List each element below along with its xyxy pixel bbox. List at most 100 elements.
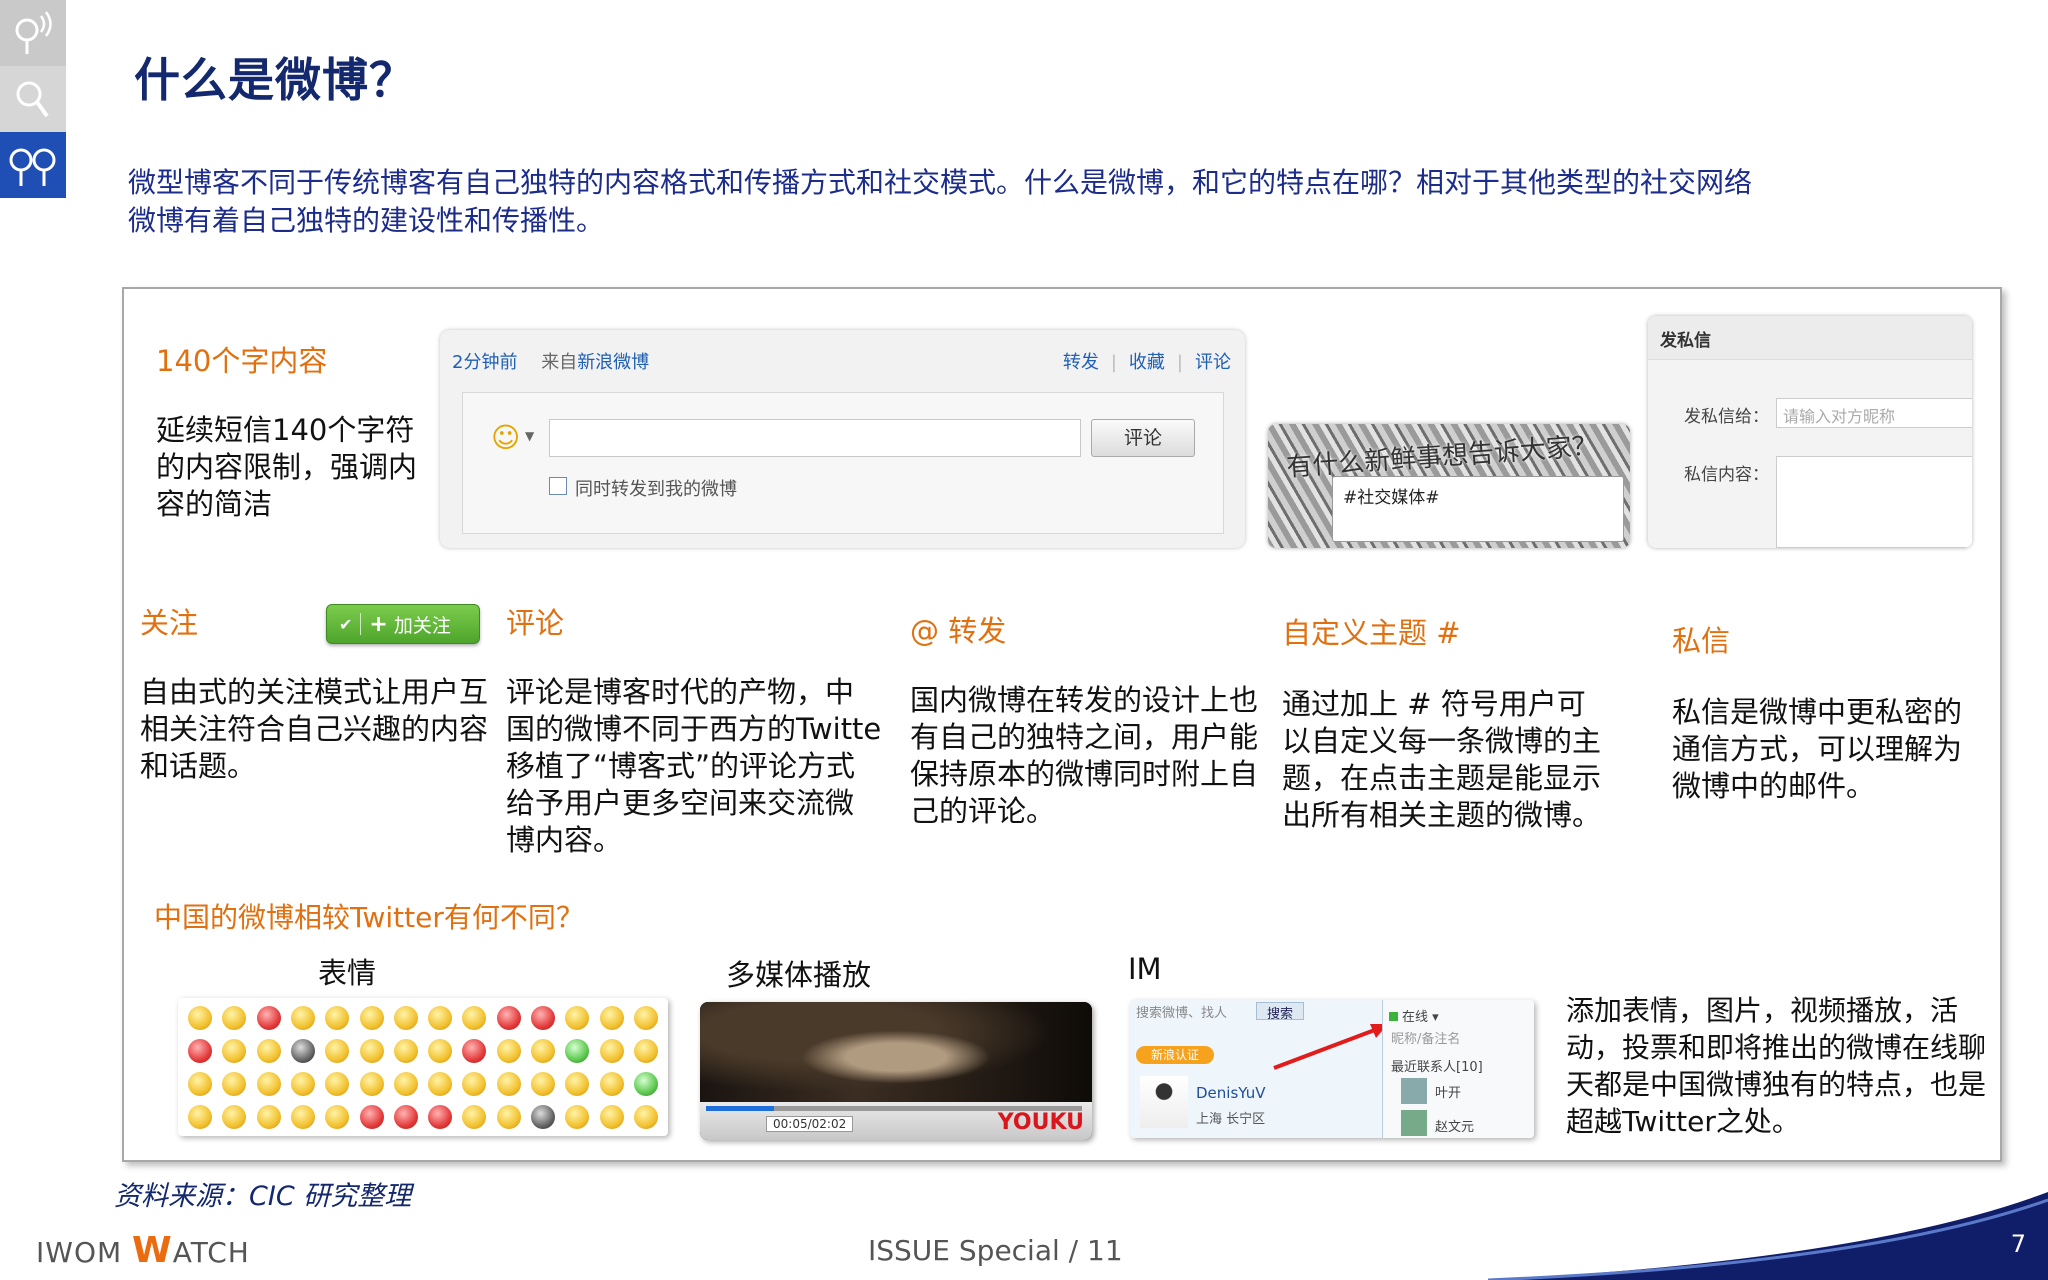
body-private-message: 私信是微博中更私密的通信方式，可以理解为微博中的邮件。 bbox=[1672, 695, 1963, 803]
intro-text: 微型博客不同于传统博客有自己独特的内容格式和传播方式和社交模式。什么是微博，和它… bbox=[128, 164, 1978, 240]
emoji-icon bbox=[530, 1005, 555, 1030]
emoji-icon bbox=[222, 1005, 247, 1030]
favorite-link[interactable]: 收藏 bbox=[1129, 352, 1165, 373]
follow-button-label: 加关注 bbox=[393, 614, 451, 637]
emoji-icon bbox=[188, 1104, 213, 1129]
comment-input[interactable] bbox=[549, 419, 1081, 457]
emoji-icon bbox=[393, 1104, 418, 1129]
heading-comment: 评论 bbox=[506, 606, 565, 640]
emoji-icon bbox=[325, 1071, 350, 1096]
im-label: IM bbox=[1128, 952, 1162, 986]
video-frame bbox=[700, 1002, 1092, 1102]
plus-icon: + bbox=[369, 611, 388, 637]
im-user-location: 上海 长宁区 bbox=[1196, 1112, 1266, 1127]
check-icon: ✔ bbox=[339, 614, 353, 634]
emoji-icon bbox=[290, 1038, 315, 1063]
emoji-icon bbox=[359, 1104, 384, 1129]
emoji-icon bbox=[222, 1104, 247, 1129]
heading-custom-topic: 自定义主题 # bbox=[1282, 616, 1461, 650]
emoji-icon bbox=[290, 1071, 315, 1096]
emoji-icon bbox=[496, 1104, 521, 1129]
video-controls: 00:05/02:02 YOUKU bbox=[700, 1102, 1092, 1140]
pm-title: 发私信 bbox=[1660, 331, 1711, 351]
im-contact-panel: 在线 ▾ 昵称/备注名 最近联系人[10] 叶开 赵文元 bbox=[1382, 1000, 1534, 1138]
emoji-icon bbox=[188, 1038, 213, 1063]
emoji-icon bbox=[462, 1104, 487, 1129]
emoji-icon bbox=[530, 1104, 555, 1129]
antenna-person-icon bbox=[0, 0, 66, 66]
emoji-icon bbox=[496, 1038, 521, 1063]
emoji-icon bbox=[496, 1005, 521, 1030]
comment-widget-screenshot: 2分钟前 来自新浪微博 转发 | 收藏 | 评论 ☺ ▼ 评论 同时转发到我的微博 bbox=[440, 330, 1245, 548]
comment-link[interactable]: 评论 bbox=[1195, 352, 1231, 373]
page-number: 7 bbox=[2010, 1230, 2026, 1258]
post-meta: 2分钟前 来自新浪微博 bbox=[452, 348, 649, 374]
emoji-icon bbox=[256, 1104, 281, 1129]
emoji-icon bbox=[428, 1104, 453, 1129]
emoji-icon bbox=[599, 1005, 624, 1030]
comparison-summary: 添加表情，图片，视频播放，活动，投票和即将推出的微博在线聊天都是中国微博独有的特… bbox=[1566, 994, 1987, 1138]
emoji-icon bbox=[462, 1038, 487, 1063]
chevron-down-icon[interactable]: ▼ bbox=[525, 429, 534, 443]
video-time: 00:05/02:02 bbox=[766, 1116, 854, 1132]
repost-checkbox[interactable] bbox=[549, 477, 567, 495]
topic-input: #社交媒体# bbox=[1332, 476, 1624, 542]
topic-screenshot: 有什么新鲜事想告诉大家？ #社交媒体# bbox=[1268, 424, 1630, 548]
emoji-icon bbox=[462, 1071, 487, 1096]
pm-content-input[interactable] bbox=[1776, 456, 1972, 548]
side-icon-strip bbox=[0, 0, 66, 200]
im-remark-field[interactable]: 昵称/备注名 bbox=[1391, 1028, 1460, 1047]
youku-logo: YOUKU bbox=[997, 1110, 1084, 1135]
footer-swoosh bbox=[1488, 1192, 2048, 1280]
im-status[interactable]: 在线 ▾ bbox=[1389, 1006, 1439, 1025]
search-person-icon bbox=[0, 66, 66, 132]
video-player-screenshot: 00:05/02:02 YOUKU bbox=[700, 1002, 1092, 1140]
emoji-icon bbox=[428, 1005, 453, 1030]
post-source-link[interactable]: 新浪微博 bbox=[577, 352, 649, 373]
im-recent-header[interactable]: 最近联系人[10] bbox=[1391, 1056, 1483, 1075]
brand-logo: IWOM WATCH bbox=[36, 1230, 250, 1271]
comparison-heading: 中国的微博相较Twitter有何不同？ bbox=[154, 901, 584, 934]
repost-link[interactable]: 转发 bbox=[1063, 352, 1099, 373]
im-contact-1[interactable]: 叶开 bbox=[1435, 1082, 1461, 1101]
emoji-icon bbox=[325, 1038, 350, 1063]
heading-140-chars: 140个字内容 bbox=[156, 344, 328, 378]
emoji-icon bbox=[359, 1005, 384, 1030]
im-search-input[interactable]: 搜索微博、找人 bbox=[1136, 1002, 1256, 1021]
emoji-icon bbox=[290, 1005, 315, 1030]
emoji-icon bbox=[222, 1038, 247, 1063]
heading-follow: 关注 bbox=[140, 606, 199, 640]
pm-to-input[interactable]: 请输入对方昵称 bbox=[1776, 398, 1972, 428]
emoji-icon bbox=[599, 1038, 624, 1063]
verified-badge: 新浪认证 bbox=[1136, 1046, 1214, 1064]
im-user-name[interactable]: DenisYuV bbox=[1196, 1084, 1265, 1102]
pm-header: 发私信 bbox=[1648, 316, 1972, 360]
emoji-label: 表情 bbox=[318, 956, 377, 990]
post-actions: 转发 | 收藏 | 评论 bbox=[1062, 352, 1231, 373]
im-contact-2[interactable]: 赵文元 bbox=[1435, 1116, 1474, 1135]
avatar bbox=[1401, 1110, 1427, 1136]
emoji-icon bbox=[222, 1071, 247, 1096]
comment-submit-button[interactable]: 评论 bbox=[1091, 419, 1195, 457]
pm-content-label: 私信内容： bbox=[1684, 465, 1769, 485]
emoji-icon bbox=[633, 1038, 658, 1063]
private-message-screenshot: 发私信 发私信给： 请输入对方昵称 私信内容： bbox=[1648, 316, 1972, 548]
body-140-chars: 延续短信140个字符的内容限制，强调内容的简洁 bbox=[156, 413, 418, 521]
follow-button[interactable]: ✔ + 加关注 bbox=[326, 604, 480, 644]
body-follow: 自由式的关注模式让用户互相关注符合自己兴趣的内容和话题。 bbox=[140, 675, 489, 783]
emoji-icon bbox=[359, 1071, 384, 1096]
post-time: 2分钟前 bbox=[452, 352, 518, 373]
emoji-icon bbox=[256, 1071, 281, 1096]
body-custom-topic: 通过加上 # 符号用户可以自定义每一条微博的主题，在点击主题是能显示出所有相关主… bbox=[1282, 687, 1602, 832]
emoji-icon bbox=[393, 1038, 418, 1063]
emoji-icon bbox=[188, 1071, 213, 1096]
emoji-icon bbox=[565, 1005, 590, 1030]
emoji-icon bbox=[565, 1104, 590, 1129]
emoji-icon bbox=[428, 1038, 453, 1063]
red-arrow-icon bbox=[1273, 1024, 1388, 1070]
smiley-icon[interactable]: ☺ bbox=[491, 421, 520, 454]
im-screenshot: 搜索微博、找人 搜索 新浪认证 DenisYuV 上海 长宁区 在线 ▾ 昵称/… bbox=[1130, 1000, 1534, 1138]
avatar bbox=[1401, 1078, 1427, 1104]
heading-repost: @ 转发 bbox=[910, 614, 1007, 648]
post-from-label: 来自 bbox=[541, 352, 578, 373]
